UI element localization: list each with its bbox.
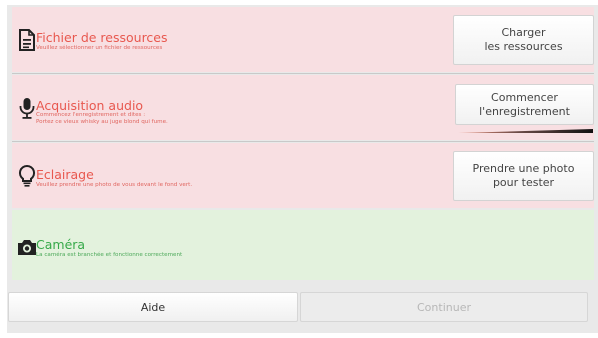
microphone-icon <box>19 98 35 119</box>
load-resources-label-2: les ressources <box>484 40 563 53</box>
document-icon <box>19 29 35 51</box>
camera-description: La caméra est branchée et fonctionne cor… <box>36 252 183 258</box>
resources-description: Veuillez sélectionner un fichier de ress… <box>36 45 163 51</box>
load-resources-label-1: Charger <box>501 26 546 39</box>
resources-row: Fichier de ressources Veuillez sélection… <box>12 7 594 72</box>
start-recording-label-1: Commencer <box>491 90 558 104</box>
audio-title: Acquisition audio <box>36 98 144 113</box>
resources-title: Fichier de ressources <box>36 30 168 45</box>
divider <box>12 73 594 74</box>
audio-level-meter <box>458 129 593 133</box>
take-photo-button[interactable]: Prendre une photo pour tester <box>453 151 594 201</box>
start-recording-label-2: l'enregistrement <box>479 104 570 118</box>
lighting-title: Eclairage <box>36 167 94 182</box>
start-recording-button[interactable]: Commencer l'enregistrement <box>455 84 594 125</box>
load-resources-button[interactable]: Charger les ressources <box>453 15 594 65</box>
lighting-row: Eclairage Veuillez prendre une photo de … <box>12 143 594 208</box>
audio-row: Acquisition audio Commencez l'enregistre… <box>12 75 594 140</box>
help-button[interactable]: Aide <box>8 292 298 322</box>
camera-icon <box>18 240 36 255</box>
audio-description-line-1: Commencez l'enregistrement et dites : <box>36 112 146 118</box>
audio-description-line-2: Portez ce vieux whisky au juge blond qui… <box>36 119 168 125</box>
camera-row: Caméra La caméra est branchée et fonctio… <box>12 210 594 280</box>
lighting-description: Veuillez prendre une photo de vous devan… <box>36 182 193 188</box>
camera-title: Caméra <box>36 237 86 252</box>
take-photo-label-1: Prendre une photo <box>472 162 575 175</box>
divider <box>12 141 594 142</box>
window-frame: Fichier de ressources Veuillez sélection… <box>7 5 598 333</box>
take-photo-label-2: pour tester <box>492 176 555 189</box>
lightbulb-icon <box>18 164 36 187</box>
continue-button[interactable]: Continuer <box>300 292 588 322</box>
